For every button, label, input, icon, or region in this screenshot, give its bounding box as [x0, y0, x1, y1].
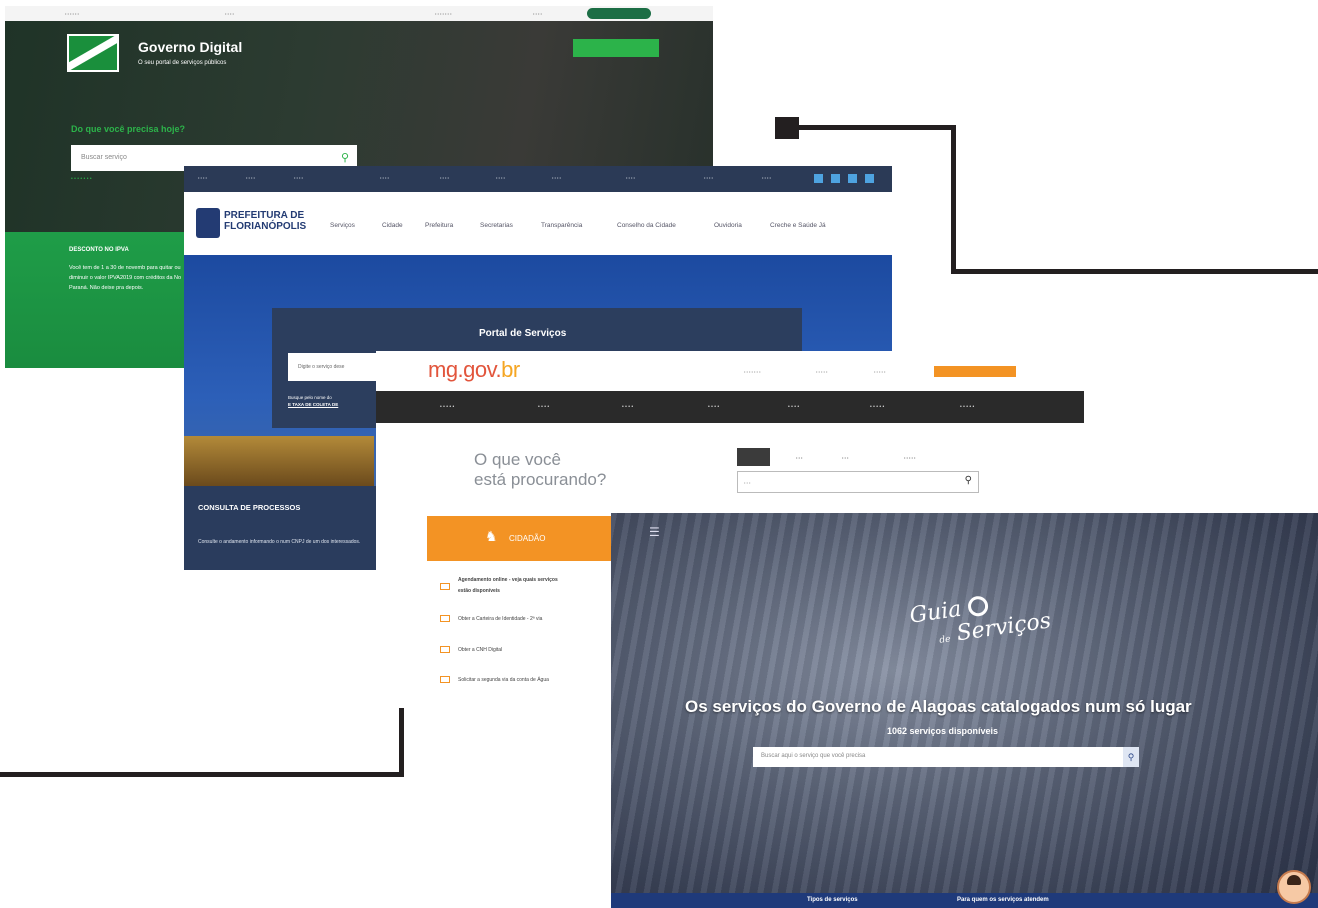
search-input[interactable]: • • • ⚲ — [737, 471, 979, 493]
tab[interactable]: • • • — [796, 455, 802, 460]
popular-searches[interactable]: • • • • • • • — [71, 176, 92, 182]
portal-search-placeholder: Digite o serviço dese — [298, 364, 345, 370]
top-utility-bar: • • • • • • • • • • • • • • • • • • • • … — [5, 6, 713, 21]
search-icon[interactable]: ⚲ — [1123, 747, 1139, 767]
search-icon[interactable]: ⚲ — [341, 151, 349, 164]
footer-tab[interactable]: Para quem os serviços atendem — [957, 897, 1049, 903]
tab-active[interactable] — [737, 448, 770, 466]
connector-line-bottom-h — [0, 772, 404, 777]
services-count: 1062 serviços disponíveis — [887, 726, 999, 736]
instagram-icon[interactable] — [831, 174, 840, 183]
tab[interactable]: • • • — [842, 455, 848, 460]
facebook-icon[interactable] — [814, 174, 823, 183]
service-item[interactable]: Agendamento online - veja quais serviços — [458, 577, 558, 583]
menu-item[interactable]: Creche e Saúde Já — [770, 222, 826, 229]
youtube-icon[interactable] — [865, 174, 874, 183]
service-item[interactable]: Solicitar a segunda via da conta de Água — [458, 677, 549, 683]
consulta-title: CONSULTA DE PROCESSOS — [198, 503, 301, 512]
search-input[interactable]: Buscar aqui o serviço que você precisa ⚲ — [753, 747, 1139, 767]
top-navigation: • • • • • • • • • • • • • • • • • • • • … — [184, 166, 892, 192]
search-placeholder: Buscar serviço — [81, 154, 127, 161]
portal-search-input[interactable]: Digite o serviço dese — [288, 353, 388, 381]
tab[interactable]: • • • • • — [904, 455, 915, 460]
site-title: Governo Digital — [138, 39, 243, 55]
search-placeholder: • • • — [744, 480, 751, 485]
id-card-icon — [440, 615, 450, 622]
promo-body: Você tem de 1 a 30 de novemb para quitar… — [69, 265, 182, 291]
portal-note: Busque pelo nome do E TAXA DE COLETA DE — [288, 394, 338, 408]
prefeitura-logo-text: PREFEITURA DE FLORIANÓPOLIS — [224, 210, 307, 232]
search-question: Do que você precisa hoje? — [71, 124, 186, 134]
brand-de: de — [938, 634, 952, 646]
connector-line-top-h2 — [951, 269, 1318, 274]
search-heading: O que você está procurando? — [474, 450, 606, 490]
consulta-body: Consulte o andamento informando o num CN… — [198, 539, 361, 545]
site-subtitle: O seu portal de serviços públicos — [138, 60, 227, 66]
consulta-box — [184, 486, 376, 570]
calendar-icon — [440, 583, 450, 590]
mg-logo-main: mg.gov. — [428, 357, 502, 382]
search-icon[interactable]: ⚲ — [965, 475, 972, 486]
menu-item[interactable]: Transparência — [541, 222, 582, 229]
parana-flag-logo — [67, 34, 119, 72]
screenshot-guia-servicos-alagoas: ☰ Guia de Serviços Os serviços do Govern… — [611, 513, 1318, 908]
login-button[interactable] — [573, 39, 659, 57]
cidadao-header[interactable]: ♞ CIDADÃO — [427, 516, 627, 561]
cidadao-label: CIDADÃO — [509, 534, 546, 543]
menu-item[interactable]: Ouvidoria — [714, 222, 742, 229]
license-icon — [440, 646, 450, 653]
menu-item[interactable]: Cidade — [382, 222, 403, 229]
portal-note-link[interactable]: E TAXA DE COLETA DE — [288, 401, 338, 408]
menu-icon[interactable]: ☰ — [649, 525, 660, 539]
menu-item[interactable]: Prefeitura — [425, 222, 453, 229]
menu-item[interactable]: Serviços — [330, 222, 355, 229]
city-night-photo — [184, 436, 374, 486]
brasao-logo — [196, 208, 220, 238]
search-placeholder: Buscar aqui o serviço que você precisa — [761, 753, 866, 759]
service-item-cont[interactable]: estão disponíveis — [458, 588, 500, 594]
heading-line1: O que você — [474, 450, 561, 469]
heading-line2: está procurando? — [474, 470, 607, 489]
mg-logo-br: br — [501, 357, 520, 382]
portal-note-line1: Busque pelo nome do — [288, 395, 332, 400]
person-icon: ♞ — [485, 528, 498, 544]
portal-title: Portal de Serviços — [479, 328, 567, 339]
menu-item[interactable]: Secretarias — [480, 222, 513, 229]
twitter-icon[interactable] — [848, 174, 857, 183]
footer-tab[interactable]: Tipos de serviços — [807, 897, 858, 903]
connector-line-top-h1 — [790, 125, 956, 130]
assistant-avatar[interactable] — [1277, 870, 1311, 904]
water-icon — [440, 676, 450, 683]
mg-logo: mg.gov.br — [428, 357, 520, 383]
service-item[interactable]: Obter a Carteira de Identidade - 2ª via — [458, 616, 542, 622]
headline: Os serviços do Governo de Alagoas catalo… — [685, 697, 1192, 716]
collage-stage: • • • • • • • • • • • • • • • • • • • • … — [0, 0, 1318, 908]
service-item[interactable]: Obter a CNH Digital — [458, 647, 502, 653]
menu-item[interactable]: Conselho da Cidade — [617, 222, 676, 229]
orange-header-button[interactable] — [934, 366, 1016, 377]
accessibility-pill[interactable] — [587, 8, 651, 19]
connector-line-top-v — [951, 125, 956, 274]
main-navbar: • • • • • • • • • • • • • • • • • • • • … — [376, 391, 1084, 423]
promo-title: DESCONTO NO IPVA — [69, 247, 129, 253]
footer-tabs: Tipos de serviços Para quem os serviços … — [611, 893, 1318, 908]
magnifier-icon — [966, 594, 990, 618]
